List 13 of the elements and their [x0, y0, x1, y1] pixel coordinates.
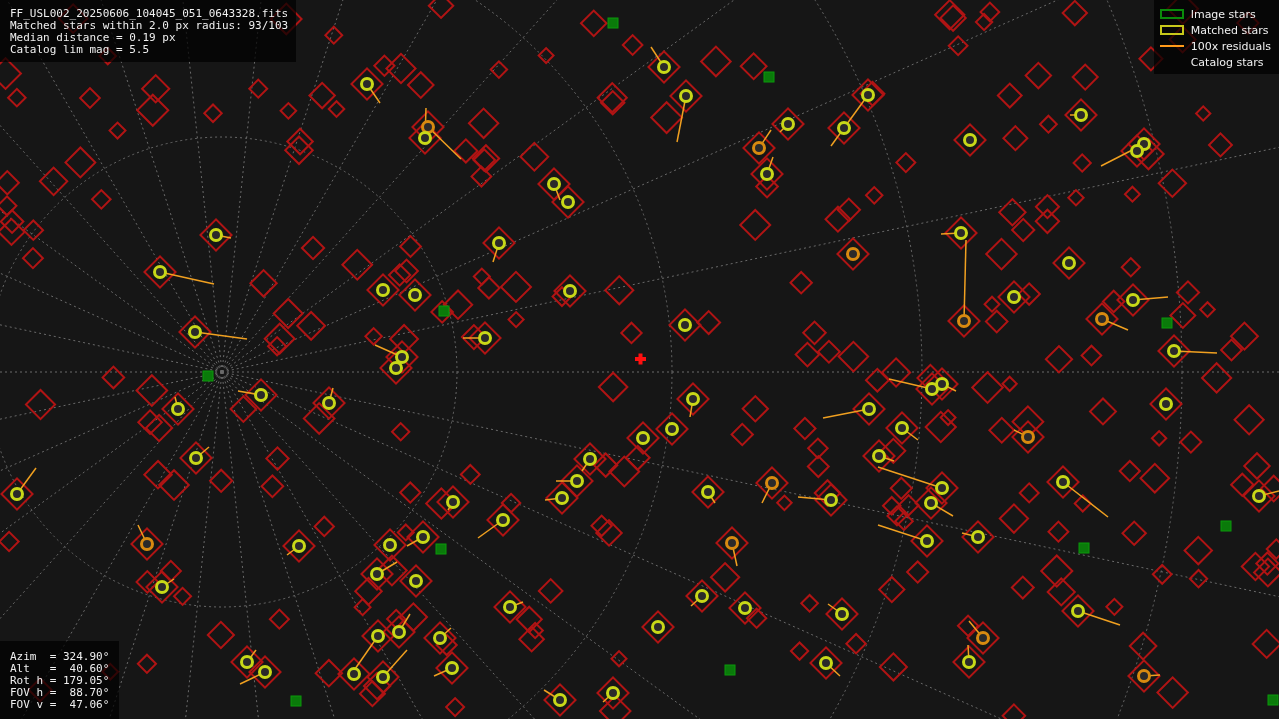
- pointing-text-line: FOV h = 88.70°: [10, 687, 110, 699]
- pointing-text-line: Azim = 324.90°: [10, 651, 110, 663]
- info-text-line: FF_USL002_20250606_104045_051_0643328.fits: [10, 8, 289, 20]
- pointing-text-line: Alt = 40.60°: [10, 663, 110, 675]
- info-text-line: Catalog lim mag = 5.5: [10, 44, 151, 56]
- legend-label: Catalog stars: [1190, 55, 1264, 69]
- legend-label: Image stars: [1190, 7, 1256, 21]
- pointing-text-line: FOV v = 47.06°: [10, 699, 110, 711]
- legend-label: 100x residuals: [1190, 39, 1271, 53]
- pointing-text-line: Rot h = 179.05°: [10, 675, 110, 687]
- legend-label: Matched stars: [1190, 23, 1269, 37]
- info-text-line: Matched stars within 2.0 px radius: 93/103: [10, 20, 289, 32]
- info-text-line: Median distance = 0.19 px: [10, 32, 177, 44]
